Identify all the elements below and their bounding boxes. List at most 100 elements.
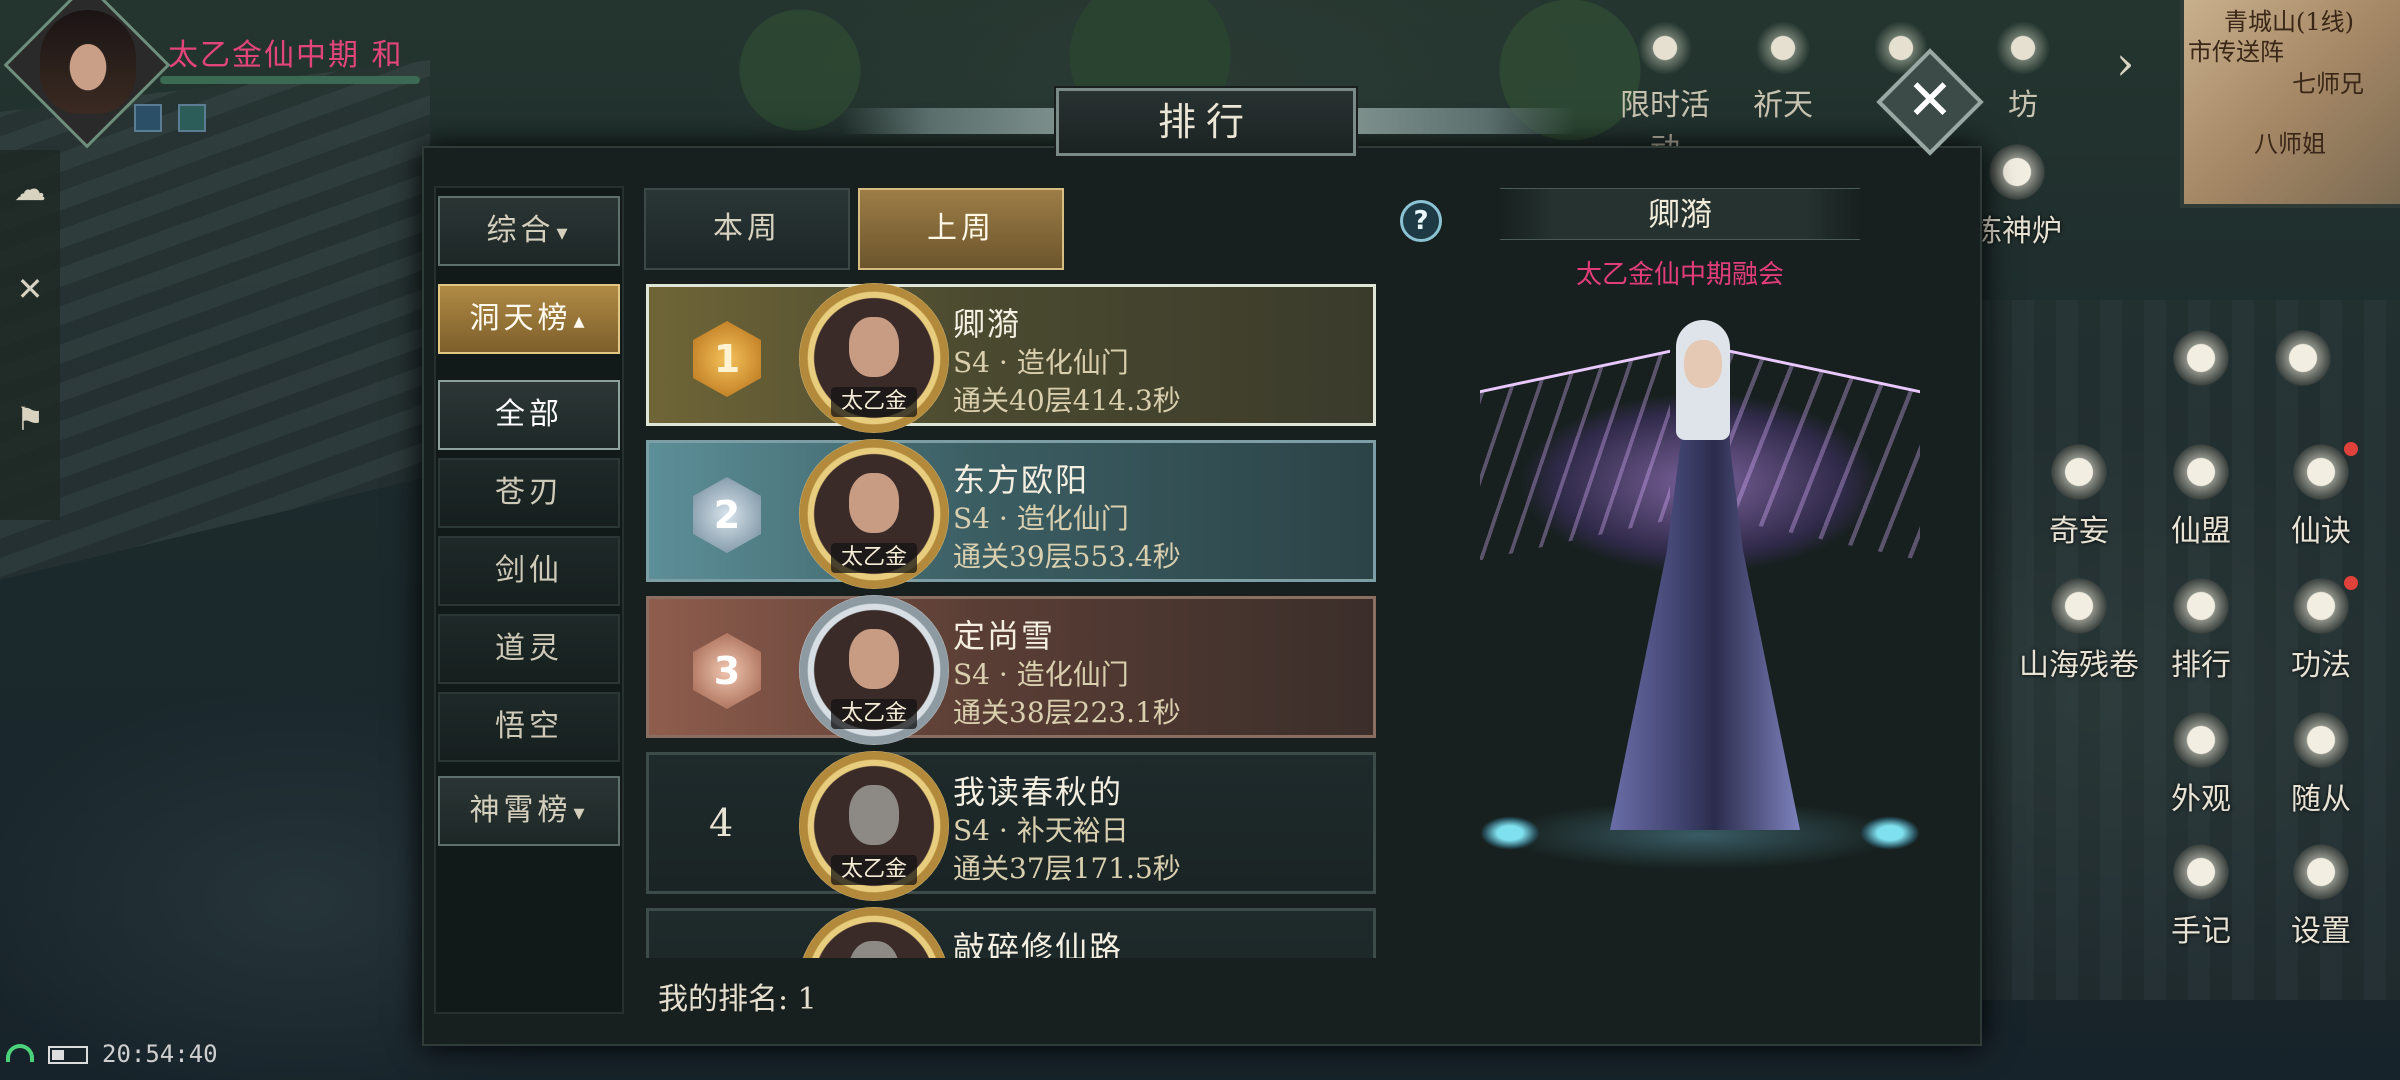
category-daoling[interactable]: 道灵 — [438, 614, 620, 684]
hud-qiwang-button[interactable]: 奇妄 — [2024, 440, 2134, 550]
realm-tag: 太乙金 — [831, 387, 917, 417]
title-ornament — [1356, 108, 1576, 134]
flag-icon[interactable]: ⚑ — [8, 400, 52, 444]
minimap-label: 市传送阵 — [2188, 38, 2284, 66]
player-portrait[interactable]: 太乙金 — [799, 283, 949, 433]
character-model[interactable] — [1440, 300, 1960, 880]
row-player-name: 东方欧阳 — [953, 461, 1090, 499]
hud-label: 外观 — [2171, 782, 2231, 817]
alliance-icon — [2169, 440, 2233, 504]
realm-tag: 太乙金 — [831, 543, 917, 573]
my-rank: 我的排名: 1 — [658, 982, 817, 1017]
hud-label: 仙盟 — [2171, 514, 2231, 549]
category-label: 综合 — [486, 213, 555, 248]
bronze-medal-icon: 3 — [693, 633, 761, 709]
hud-gongfa-button[interactable]: 功法 — [2266, 574, 2376, 684]
category-label: 洞天榜 — [469, 301, 572, 336]
row-clear-record: 通关40层414.3秒 — [953, 384, 1181, 417]
ranking-row[interactable]: 2 太乙金 东方欧阳 S4 · 造化仙门 通关39层553.4秒 — [646, 439, 1376, 589]
player-portrait[interactable]: 太乙金 — [799, 595, 949, 745]
compass-button[interactable] — [2248, 326, 2358, 392]
realm-tag: 太乙金 — [831, 855, 917, 885]
character-head — [1684, 340, 1722, 388]
bag-icon — [2047, 440, 2111, 504]
hud-appearance-button[interactable]: 外观 — [2146, 708, 2256, 818]
hud-settings-button[interactable]: 设置 — [2266, 840, 2376, 950]
realm-tag: 太乙金 — [831, 699, 917, 729]
title-ornament — [842, 108, 1062, 134]
minimap[interactable]: 青城山(1线) 市传送阵 七师兄 八师姐 — [2180, 0, 2400, 208]
battery-icon — [48, 1046, 88, 1064]
help-button[interactable]: ? — [1400, 200, 1442, 242]
top-feature-label: 坊 — [2008, 88, 2038, 123]
ranking-row[interactable]: 敲碎修仙路 — [646, 907, 1376, 958]
row-player-name: 定尚雪 — [953, 617, 1056, 655]
gourd-icon[interactable]: ☁ — [8, 170, 52, 214]
portrait-face — [849, 785, 899, 845]
row-server: S4 · 补天裕日 — [953, 814, 1129, 847]
tab-last-week[interactable]: 上周 — [858, 188, 1064, 270]
gold-medal-icon: 1 — [693, 321, 761, 397]
player-portrait[interactable]: 太乙金 — [799, 751, 949, 901]
hud-label: 山海残卷 — [2019, 648, 2139, 683]
row-player-name: 敲碎修仙路 — [953, 929, 1124, 958]
showcase-realm: 太乙金仙中期融会 — [1575, 260, 1784, 290]
category-cangren[interactable]: 苍刃 — [438, 458, 620, 528]
category-all[interactable]: 全部 — [438, 380, 620, 450]
chevron-down-icon: ▾ — [556, 221, 572, 246]
top-feature-pray[interactable]: 祈天 — [1728, 20, 1838, 124]
hud-label: 炼神炉 — [1972, 214, 2062, 249]
row-server: S4 · 造化仙门 — [953, 658, 1129, 691]
minimap-label: 七师兄 — [2292, 70, 2364, 98]
minimap-label: 八师姐 — [2254, 130, 2326, 158]
category-dongtian[interactable]: 洞天榜▴ — [438, 284, 620, 354]
hud-shanhai-button[interactable]: 山海残卷 — [2004, 574, 2154, 684]
category-wukong[interactable]: 悟空 — [438, 692, 620, 762]
hud-alliance-button[interactable]: 仙盟 — [2146, 440, 2256, 550]
category-shenxiao-dropdown[interactable]: 神霄榜▾ — [438, 776, 620, 846]
category-label: 神霄榜 — [469, 793, 572, 828]
row-clear-record: 通关39层553.4秒 — [953, 540, 1181, 573]
showcase-name: 卿漪 — [1500, 188, 1860, 240]
category-overall-dropdown[interactable]: 综合▾ — [438, 196, 620, 266]
hud-ranking-button[interactable]: 排行 — [2146, 574, 2256, 684]
player-realm: 太乙金仙中期 和 — [168, 38, 404, 73]
hud-label: 奇妄 — [2049, 514, 2109, 549]
portrait-face — [849, 629, 899, 689]
hud-companion-button[interactable]: 随从 — [2266, 708, 2376, 818]
chevron-right-icon[interactable]: › — [2116, 36, 2166, 92]
lotus-icon — [1480, 816, 1540, 850]
map-scroll-icon — [2047, 574, 2111, 638]
hud-label: 功法 — [2291, 648, 2351, 683]
ranking-row[interactable]: 1 太乙金 卿漪 S4 · 造化仙门 通关40层414.3秒 — [646, 283, 1376, 433]
left-side-toolbar: ☁ ✕ ⚑ — [0, 150, 60, 520]
compass-icon — [2271, 326, 2335, 390]
ranking-row[interactable]: 3 太乙金 定尚雪 S4 · 造化仙门 通关38层223.1秒 — [646, 595, 1376, 745]
hud-notes-button[interactable]: 手记 — [2146, 840, 2256, 950]
hud-xianjue-button[interactable]: 仙诀 — [2266, 440, 2376, 550]
player-avatar[interactable] — [40, 10, 136, 114]
sword-icon[interactable]: ✕ — [8, 270, 52, 314]
buff-icon[interactable] — [178, 104, 206, 132]
category-jianxian[interactable]: 剑仙 — [438, 536, 620, 606]
notification-dot — [2344, 442, 2358, 456]
tab-this-week[interactable]: 本周 — [644, 188, 850, 270]
appearance-icon — [2169, 708, 2233, 772]
notification-dot — [2344, 576, 2358, 590]
player-portrait[interactable] — [799, 907, 949, 958]
ranking-row[interactable]: 4 太乙金 我读春秋的 S4 · 补天裕日 通关37层171.5秒 — [646, 751, 1376, 901]
ranking-icon — [2169, 574, 2233, 638]
portrait-face — [849, 473, 899, 533]
player-portrait[interactable]: 太乙金 — [799, 439, 949, 589]
bag-button[interactable] — [2146, 326, 2256, 392]
gear-icon — [2289, 840, 2353, 904]
buff-icon[interactable] — [134, 104, 162, 132]
top-feature-market[interactable]: 坊 — [1968, 20, 2078, 124]
row-player-name: 我读春秋的 — [953, 773, 1124, 811]
row-player-name: 卿漪 — [953, 305, 1022, 343]
market-icon — [1988, 20, 2058, 76]
event-icon — [1630, 20, 1700, 76]
ranking-list[interactable]: 1 太乙金 卿漪 S4 · 造化仙门 通关40层414.3秒 2 太乙金 东方欧… — [644, 282, 1380, 958]
row-server: S4 · 造化仙门 — [953, 346, 1129, 379]
notes-icon — [2169, 840, 2233, 904]
